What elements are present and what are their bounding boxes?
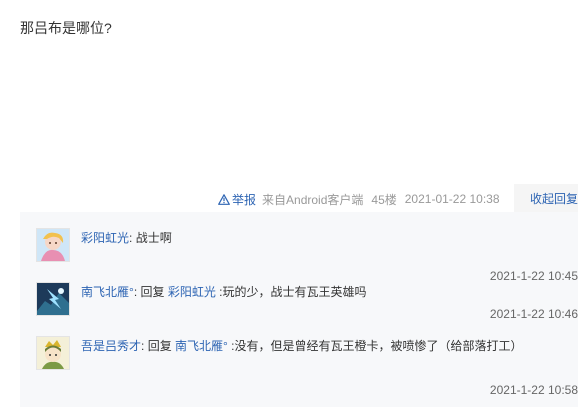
post-source: 来自Android客户端 (262, 192, 364, 207)
report-link[interactable]: 举报 (218, 191, 256, 208)
report-label: 举报 (232, 192, 257, 207)
reply-username[interactable]: 彩阳虹光 (81, 231, 129, 245)
avatar[interactable] (36, 282, 70, 316)
collapse-replies-button[interactable]: 收起回复 (514, 184, 578, 212)
reply-time: 2021-1-22 10:46 (489, 307, 578, 321)
reply-time: 2021-1-22 10:58 (489, 383, 578, 397)
reply-list: 彩阳虹光: 战士啊 2021-1-22 10:45 南飞北雁°: 回复 彩阳虹光… (20, 212, 578, 407)
reply-content: :没有，但是曾经有瓦王橙卡，被喷惨了（给部落打工） (227, 339, 523, 353)
floor-number: 45楼 (371, 192, 397, 207)
avatar[interactable] (36, 228, 70, 262)
reply-word: 回复 (137, 285, 168, 299)
reply-content: 战士啊 (132, 231, 172, 245)
reply-target-username[interactable]: 南飞北雁° (175, 339, 228, 353)
warning-triangle-icon (218, 193, 230, 205)
reply-username[interactable]: 吾是吕秀才 (81, 339, 141, 353)
reply-text: 吾是吕秀才: 回复 南飞北雁° :没有，但是曾经有瓦王橙卡，被喷惨了（给部落打工… (81, 336, 571, 357)
reply-text: 南飞北雁°: 回复 彩阳虹光 :玩的少，战士有瓦王英雄吗 (81, 282, 571, 303)
reply-content: :玩的少，战士有瓦王英雄吗 (215, 285, 367, 299)
reply-text: 彩阳虹光: 战士啊 (81, 228, 571, 249)
reply-target-username[interactable]: 彩阳虹光 (168, 285, 216, 299)
avatar[interactable] (36, 336, 70, 370)
reply-time: 2021-1-22 10:45 (489, 269, 578, 283)
reply-username[interactable]: 南飞北雁° (81, 285, 134, 299)
reply-word: 回复 (144, 339, 176, 353)
post-date: 2021-01-22 10:38 (404, 192, 500, 206)
post-content: 那吕布是哪位? (20, 20, 112, 36)
